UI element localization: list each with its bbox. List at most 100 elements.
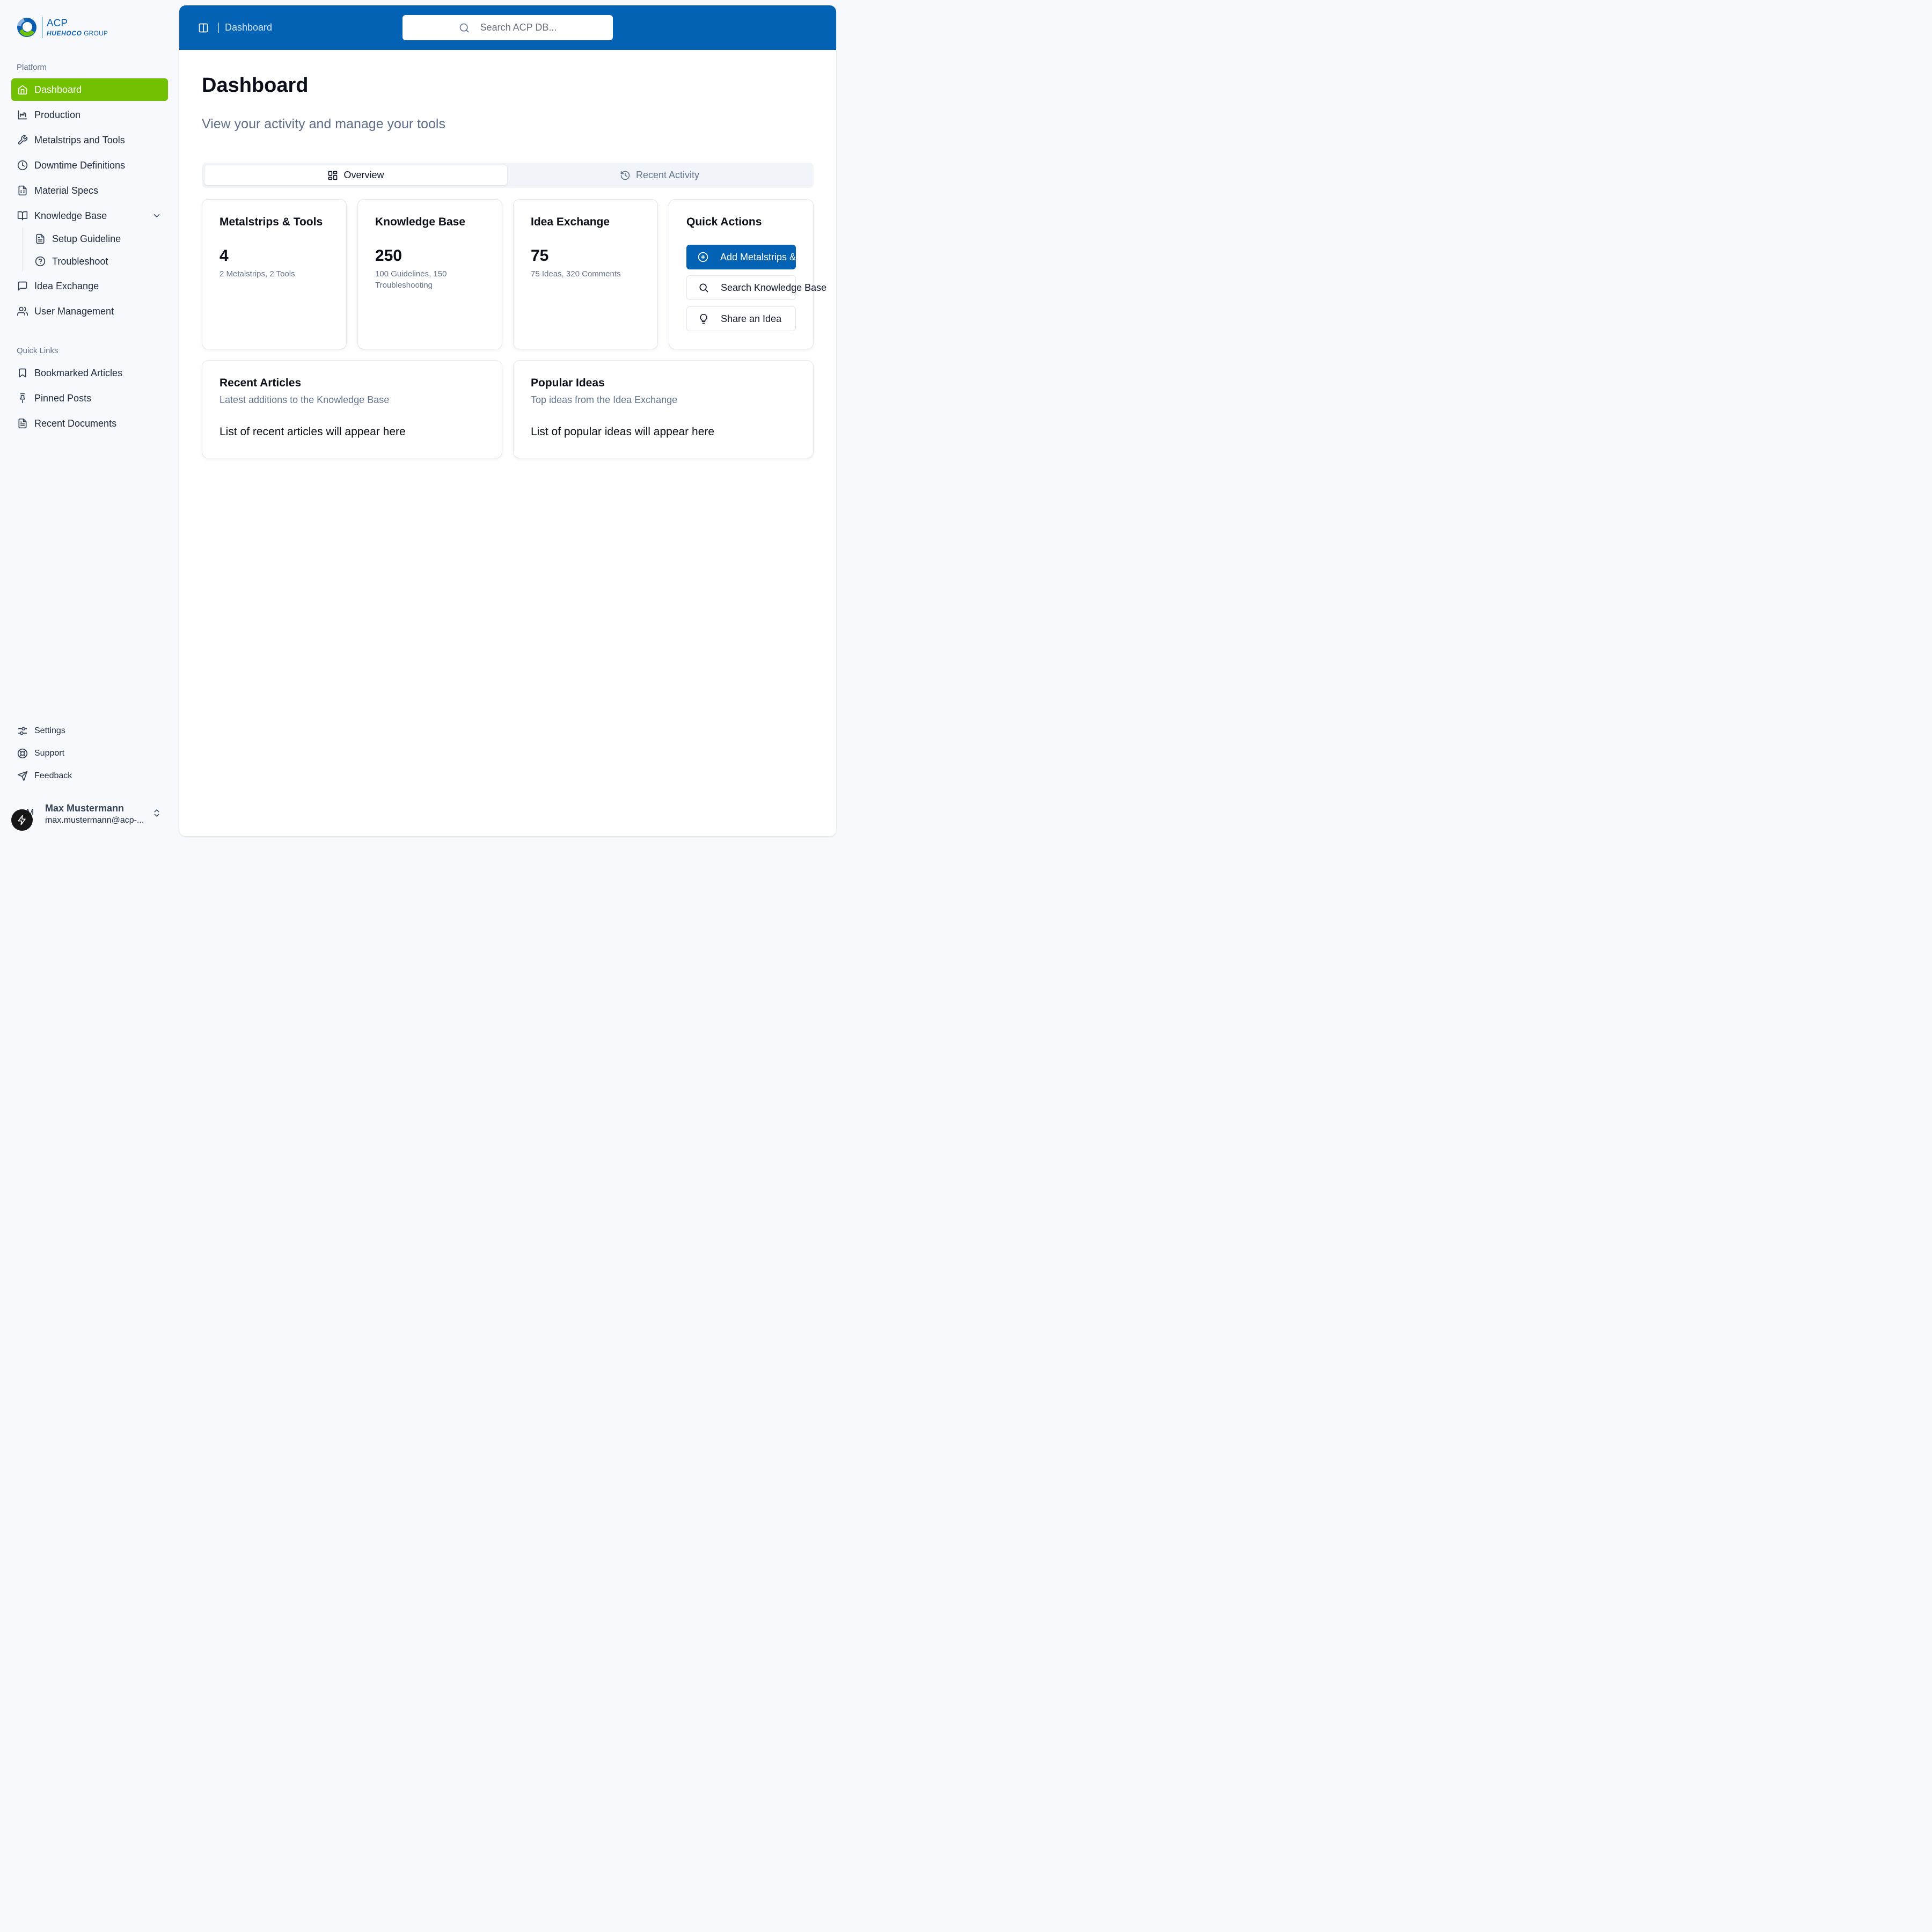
quick-actions-card: Quick Actions Add Metalstrips & Tools Se…: [669, 199, 826, 349]
sidebar-item-recent-documents[interactable]: Recent Documents: [11, 412, 168, 435]
search-placeholder: Search ACP DB...: [480, 22, 557, 33]
acp-logo-mark-icon: [17, 18, 36, 37]
share-idea-button[interactable]: Share an Idea: [686, 306, 796, 331]
sidebar-item-label: Idea Exchange: [34, 280, 99, 291]
card-body: List of popular ideas will appear here: [531, 426, 715, 438]
card-body: List of recent articles will appear here: [219, 426, 406, 438]
plus-circle-icon: [698, 252, 708, 262]
sidebar-item-label: Dashboard: [34, 84, 82, 95]
sidebar-item-metalstrips-tools[interactable]: Metalstrips and Tools: [11, 129, 168, 151]
top-bar: Dashboard Search ACP DB...: [179, 5, 836, 50]
logo-brand-group: HUEHOCO GROUP: [47, 30, 108, 37]
sidebar-item-pinned-posts[interactable]: Pinned Posts: [11, 387, 168, 409]
main-content: Dashboard Search ACP DB... Dashboard Vie…: [179, 5, 836, 836]
stat-card-metalstrips-tools: Metalstrips & Tools 4 2 Metalstrips, 2 T…: [202, 199, 347, 349]
tab-label: Overview: [343, 170, 384, 180]
search-icon: [459, 23, 470, 33]
help-circle-icon: [35, 256, 46, 267]
card-title: Quick Actions: [686, 216, 762, 228]
sidebar-item-feedback[interactable]: Feedback: [11, 766, 168, 786]
stat-card-knowledge-base: Knowledge Base 250 100 Guidelines, 150 T…: [357, 199, 502, 349]
sidebar-item-label: Recent Documents: [34, 418, 117, 429]
card-value: 4: [219, 247, 229, 265]
sidebar-item-label: Production: [34, 109, 81, 120]
tab-overview[interactable]: Overview: [204, 165, 507, 185]
pin-icon: [17, 393, 28, 404]
sidebar-item-idea-exchange[interactable]: Idea Exchange: [11, 275, 168, 297]
sidebar-item-setup-guideline[interactable]: Setup Guideline: [29, 228, 168, 250]
sidebar-item-label: Knowledge Base: [34, 210, 107, 221]
sidebar-item-label: Settings: [34, 726, 65, 735]
wrench-icon: [17, 135, 28, 145]
sidebar-item-dashboard[interactable]: Dashboard: [11, 78, 168, 101]
breadcrumb[interactable]: Dashboard: [225, 22, 272, 33]
add-metalstrips-tools-button[interactable]: Add Metalstrips & Tools: [686, 245, 796, 269]
card-value: 75: [531, 247, 549, 265]
card-title: Popular Ideas: [531, 377, 605, 389]
logo-brand-name: ACP: [47, 18, 68, 29]
logo-text: ACP HUEHOCO GROUP: [47, 18, 108, 36]
panel-left-icon[interactable]: [198, 23, 209, 33]
sidebar-item-bookmarked-articles[interactable]: Bookmarked Articles: [11, 362, 168, 384]
sidebar: ACP HUEHOCO GROUP Platform Dashboard Pro…: [0, 0, 179, 841]
card-detail: 100 Guidelines, 150 Troubleshooting: [375, 269, 447, 290]
search-icon: [698, 282, 709, 293]
life-buoy-icon: [17, 748, 28, 759]
card-title: Metalstrips & Tools: [219, 216, 323, 228]
user-menu[interactable]: M Max Mustermann max.mustermann@acp-...: [11, 799, 168, 831]
section-label-platform: Platform: [17, 63, 47, 72]
sidebar-item-label: Setup Guideline: [52, 233, 121, 244]
page-subtitle: View your activity and manage your tools: [202, 116, 445, 131]
sidebar-item-label: Pinned Posts: [34, 392, 92, 404]
sidebar-item-user-management[interactable]: User Management: [11, 300, 168, 323]
sidebar-item-support[interactable]: Support: [11, 744, 168, 763]
sidebar-item-troubleshoot[interactable]: Troubleshoot: [29, 250, 168, 273]
layout-grid-icon: [327, 170, 338, 181]
tab-label: Recent Activity: [635, 170, 700, 180]
card-subtitle: Top ideas from the Idea Exchange: [531, 394, 678, 405]
sidebar-item-downtime-definitions[interactable]: Downtime Definitions: [11, 154, 168, 177]
settings-sliders-icon: [17, 726, 28, 736]
button-label: Share an Idea: [721, 313, 782, 324]
tab-list: Overview Recent Activity: [202, 163, 814, 188]
sidebar-item-knowledge-base[interactable]: Knowledge Base: [11, 204, 168, 227]
stat-card-idea-exchange: Idea Exchange 75 75 Ideas, 320 Comments: [513, 199, 658, 349]
home-icon: [17, 84, 28, 95]
book-open-icon: [17, 210, 28, 221]
history-icon: [620, 170, 631, 181]
file-spreadsheet-icon: [17, 185, 28, 196]
sidebar-item-production[interactable]: Production: [11, 104, 168, 126]
tab-recent-activity[interactable]: Recent Activity: [508, 165, 811, 185]
chevron-down-icon[interactable]: [152, 211, 162, 221]
sidebar-item-label: Feedback: [34, 771, 72, 780]
avatar[interactable]: [11, 809, 33, 831]
card-title: Recent Articles: [219, 377, 302, 389]
search-knowledge-base-button[interactable]: Search Knowledge Base: [686, 275, 826, 300]
sidebar-item-label: Support: [34, 749, 65, 758]
user-name: Max Mustermann: [45, 803, 125, 814]
user-email: max.mustermann@acp-...: [45, 816, 144, 825]
button-label: Search Knowledge Base: [721, 282, 827, 293]
card-title: Knowledge Base: [375, 216, 466, 228]
page-title: Dashboard: [202, 74, 309, 97]
sidebar-item-settings[interactable]: Settings: [11, 721, 168, 741]
chevrons-up-down-icon[interactable]: [152, 808, 162, 818]
bookmark-icon: [17, 368, 28, 378]
card-title: Idea Exchange: [531, 216, 610, 228]
breadcrumb-separator: [218, 23, 219, 33]
factory-icon: [17, 109, 28, 120]
sidebar-item-material-specs[interactable]: Material Specs: [11, 179, 168, 202]
search-input[interactable]: Search ACP DB...: [402, 15, 613, 40]
brand-logo[interactable]: ACP HUEHOCO GROUP: [16, 16, 108, 39]
file-text-icon: [35, 233, 46, 244]
lightbulb-icon: [698, 313, 709, 324]
clock-icon: [17, 160, 28, 171]
users-icon: [17, 306, 28, 317]
recent-articles-card: Recent Articles Latest additions to the …: [202, 360, 502, 458]
submenu-guide-line: [22, 228, 23, 272]
lightning-icon: [17, 815, 27, 825]
sidebar-item-label: Bookmarked Articles: [34, 367, 123, 378]
sidebar-item-label: Downtime Definitions: [34, 159, 126, 171]
button-label: Add Metalstrips & Tools: [720, 251, 796, 262]
message-square-icon: [17, 281, 28, 291]
